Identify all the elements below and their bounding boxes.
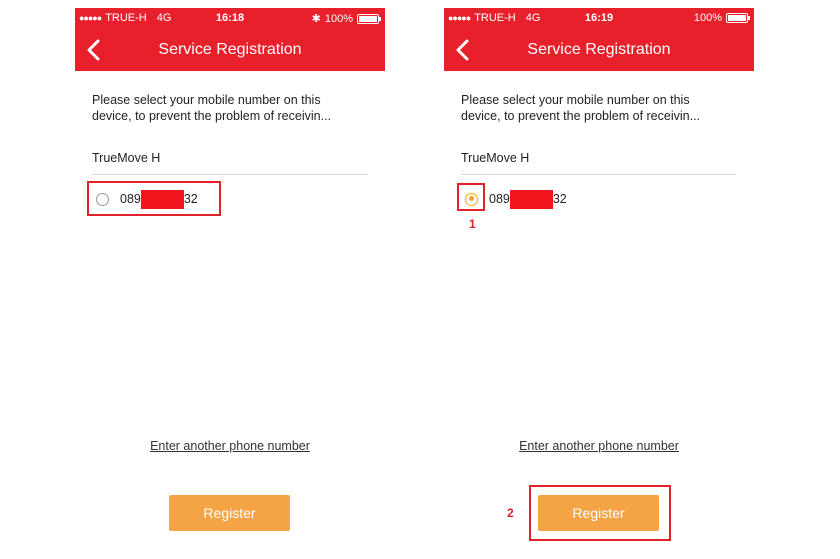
battery-percent: 100%	[324, 12, 353, 25]
instruction-line-2: device, to prevent the problem of receiv…	[461, 109, 701, 123]
header-bar: Service Registration	[75, 28, 385, 71]
instruction-text: Please select your mobile number on this…	[461, 92, 741, 124]
phone-number-prefix: 089	[489, 192, 510, 206]
carrier-label: TrueMove H	[92, 151, 161, 165]
divider	[461, 174, 736, 175]
divider	[92, 174, 367, 175]
register-button[interactable]: Register	[169, 495, 290, 531]
instruction-line-1: Please select your mobile number on this	[92, 93, 321, 107]
status-bar: ●●●●● TRUE-H 4G 16:18 ✱ 100%	[75, 8, 385, 28]
phone-number-suffix: 32	[552, 192, 567, 206]
header-bar: Service Registration	[444, 28, 754, 71]
phone-screen-right: ●●●●● TRUE-H 4G 16:19 100% Service Regis…	[444, 8, 754, 559]
carrier-label: TrueMove H	[461, 151, 530, 165]
status-bar: ●●●●● TRUE-H 4G 16:19 100%	[444, 8, 754, 28]
battery-icon	[357, 13, 381, 24]
enter-another-number-link[interactable]: Enter another phone number	[519, 439, 679, 453]
phone-number: 089 32	[489, 189, 567, 209]
battery-icon	[726, 13, 750, 23]
battery-percent: 100%	[693, 12, 722, 24]
page-title: Service Registration	[158, 41, 302, 58]
instruction-text: Please select your mobile number on this…	[92, 92, 372, 124]
instruction-line-2: device, to prevent the problem of receiv…	[92, 109, 332, 123]
page-title: Service Registration	[527, 41, 671, 58]
enter-another-number-link-row: Enter another phone number	[75, 439, 385, 453]
bluetooth-icon: ✱	[311, 13, 321, 25]
step-2-label: 2	[507, 506, 514, 520]
instruction-line-1: Please select your mobile number on this	[461, 93, 690, 107]
highlight-box-step-2	[529, 485, 671, 541]
redaction-block	[509, 189, 553, 209]
highlight-box-step-1	[457, 183, 485, 211]
enter-another-number-link-row: Enter another phone number	[444, 439, 754, 453]
step-1-label: 1	[469, 217, 476, 231]
enter-another-number-link[interactable]: Enter another phone number	[150, 439, 310, 453]
highlight-box	[87, 181, 221, 216]
phone-screen-left: ●●●●● TRUE-H 4G 16:18 ✱ 100% Service Reg…	[75, 8, 385, 559]
